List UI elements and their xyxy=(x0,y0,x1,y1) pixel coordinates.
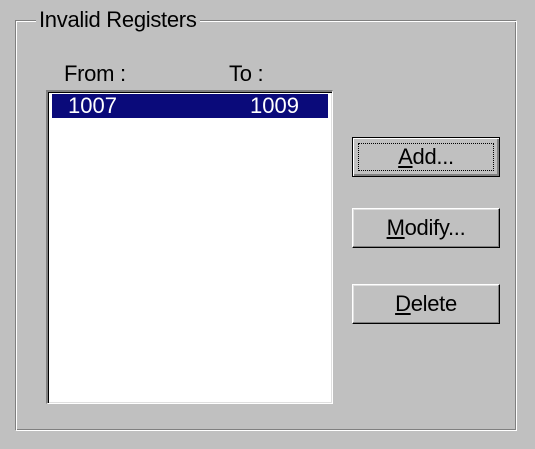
modify-label-rest: odify... xyxy=(404,215,466,240)
delete-label-rest: elete xyxy=(410,291,458,316)
add-button[interactable]: Add... xyxy=(352,137,500,177)
delete-button-label: Delete xyxy=(395,291,457,316)
modify-button-label: Modify... xyxy=(387,215,466,240)
delete-button[interactable]: Delete xyxy=(352,284,500,324)
range-from-value: 1007 xyxy=(68,93,117,118)
groupbox-title: Invalid Registers xyxy=(36,8,200,32)
list-item[interactable]: 1007 1009 xyxy=(52,94,328,118)
add-mnemonic: A xyxy=(398,144,413,169)
to-column-header: To : xyxy=(229,61,264,86)
range-to-value: 1009 xyxy=(250,93,299,118)
modify-button[interactable]: Modify... xyxy=(352,208,500,248)
registers-list[interactable]: 1007 1009 xyxy=(46,90,333,404)
from-column-header: From : xyxy=(64,61,126,86)
modify-mnemonic: M xyxy=(386,215,405,240)
delete-mnemonic: D xyxy=(395,291,411,316)
add-label-rest: dd... xyxy=(412,144,455,169)
add-button-label: Add... xyxy=(398,144,454,169)
